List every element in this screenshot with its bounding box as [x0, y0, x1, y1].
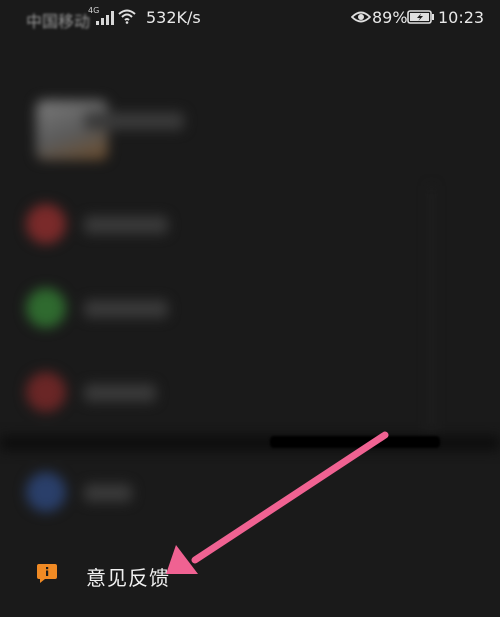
blurred-text	[84, 384, 156, 402]
blurred-logo	[36, 100, 108, 160]
status-bar: 中国移动 4G 532K/s 89% 10:23	[0, 0, 500, 36]
carrier-name: 中国移动	[26, 12, 91, 31]
blurred-line	[430, 186, 433, 436]
wifi-icon	[118, 9, 136, 24]
blurred-menu-list	[0, 36, 500, 617]
blurred-text	[84, 112, 184, 130]
network-speed: 532K/s	[146, 8, 201, 27]
feedback-chat-icon	[37, 564, 57, 583]
blurred-icon	[26, 288, 66, 328]
phone-screen: 中国移动 4G 532K/s 89% 10:23 意见反馈	[0, 0, 500, 617]
feedback-label: 意见反馈	[86, 566, 170, 590]
signal-icon	[96, 11, 114, 25]
battery-percent: 89%	[372, 8, 408, 27]
blurred-text	[84, 300, 168, 318]
blurred-icon	[26, 204, 66, 244]
blurred-icon	[26, 372, 66, 412]
clock: 10:23	[438, 8, 485, 27]
eye-icon	[351, 11, 371, 23]
blurred-text	[84, 216, 168, 234]
blurred-icon	[26, 472, 66, 512]
dark-edge	[270, 436, 440, 448]
feedback-menu-item[interactable]: 意见反馈	[0, 548, 500, 604]
battery-charging-icon	[407, 10, 434, 24]
blurred-text	[84, 484, 132, 502]
